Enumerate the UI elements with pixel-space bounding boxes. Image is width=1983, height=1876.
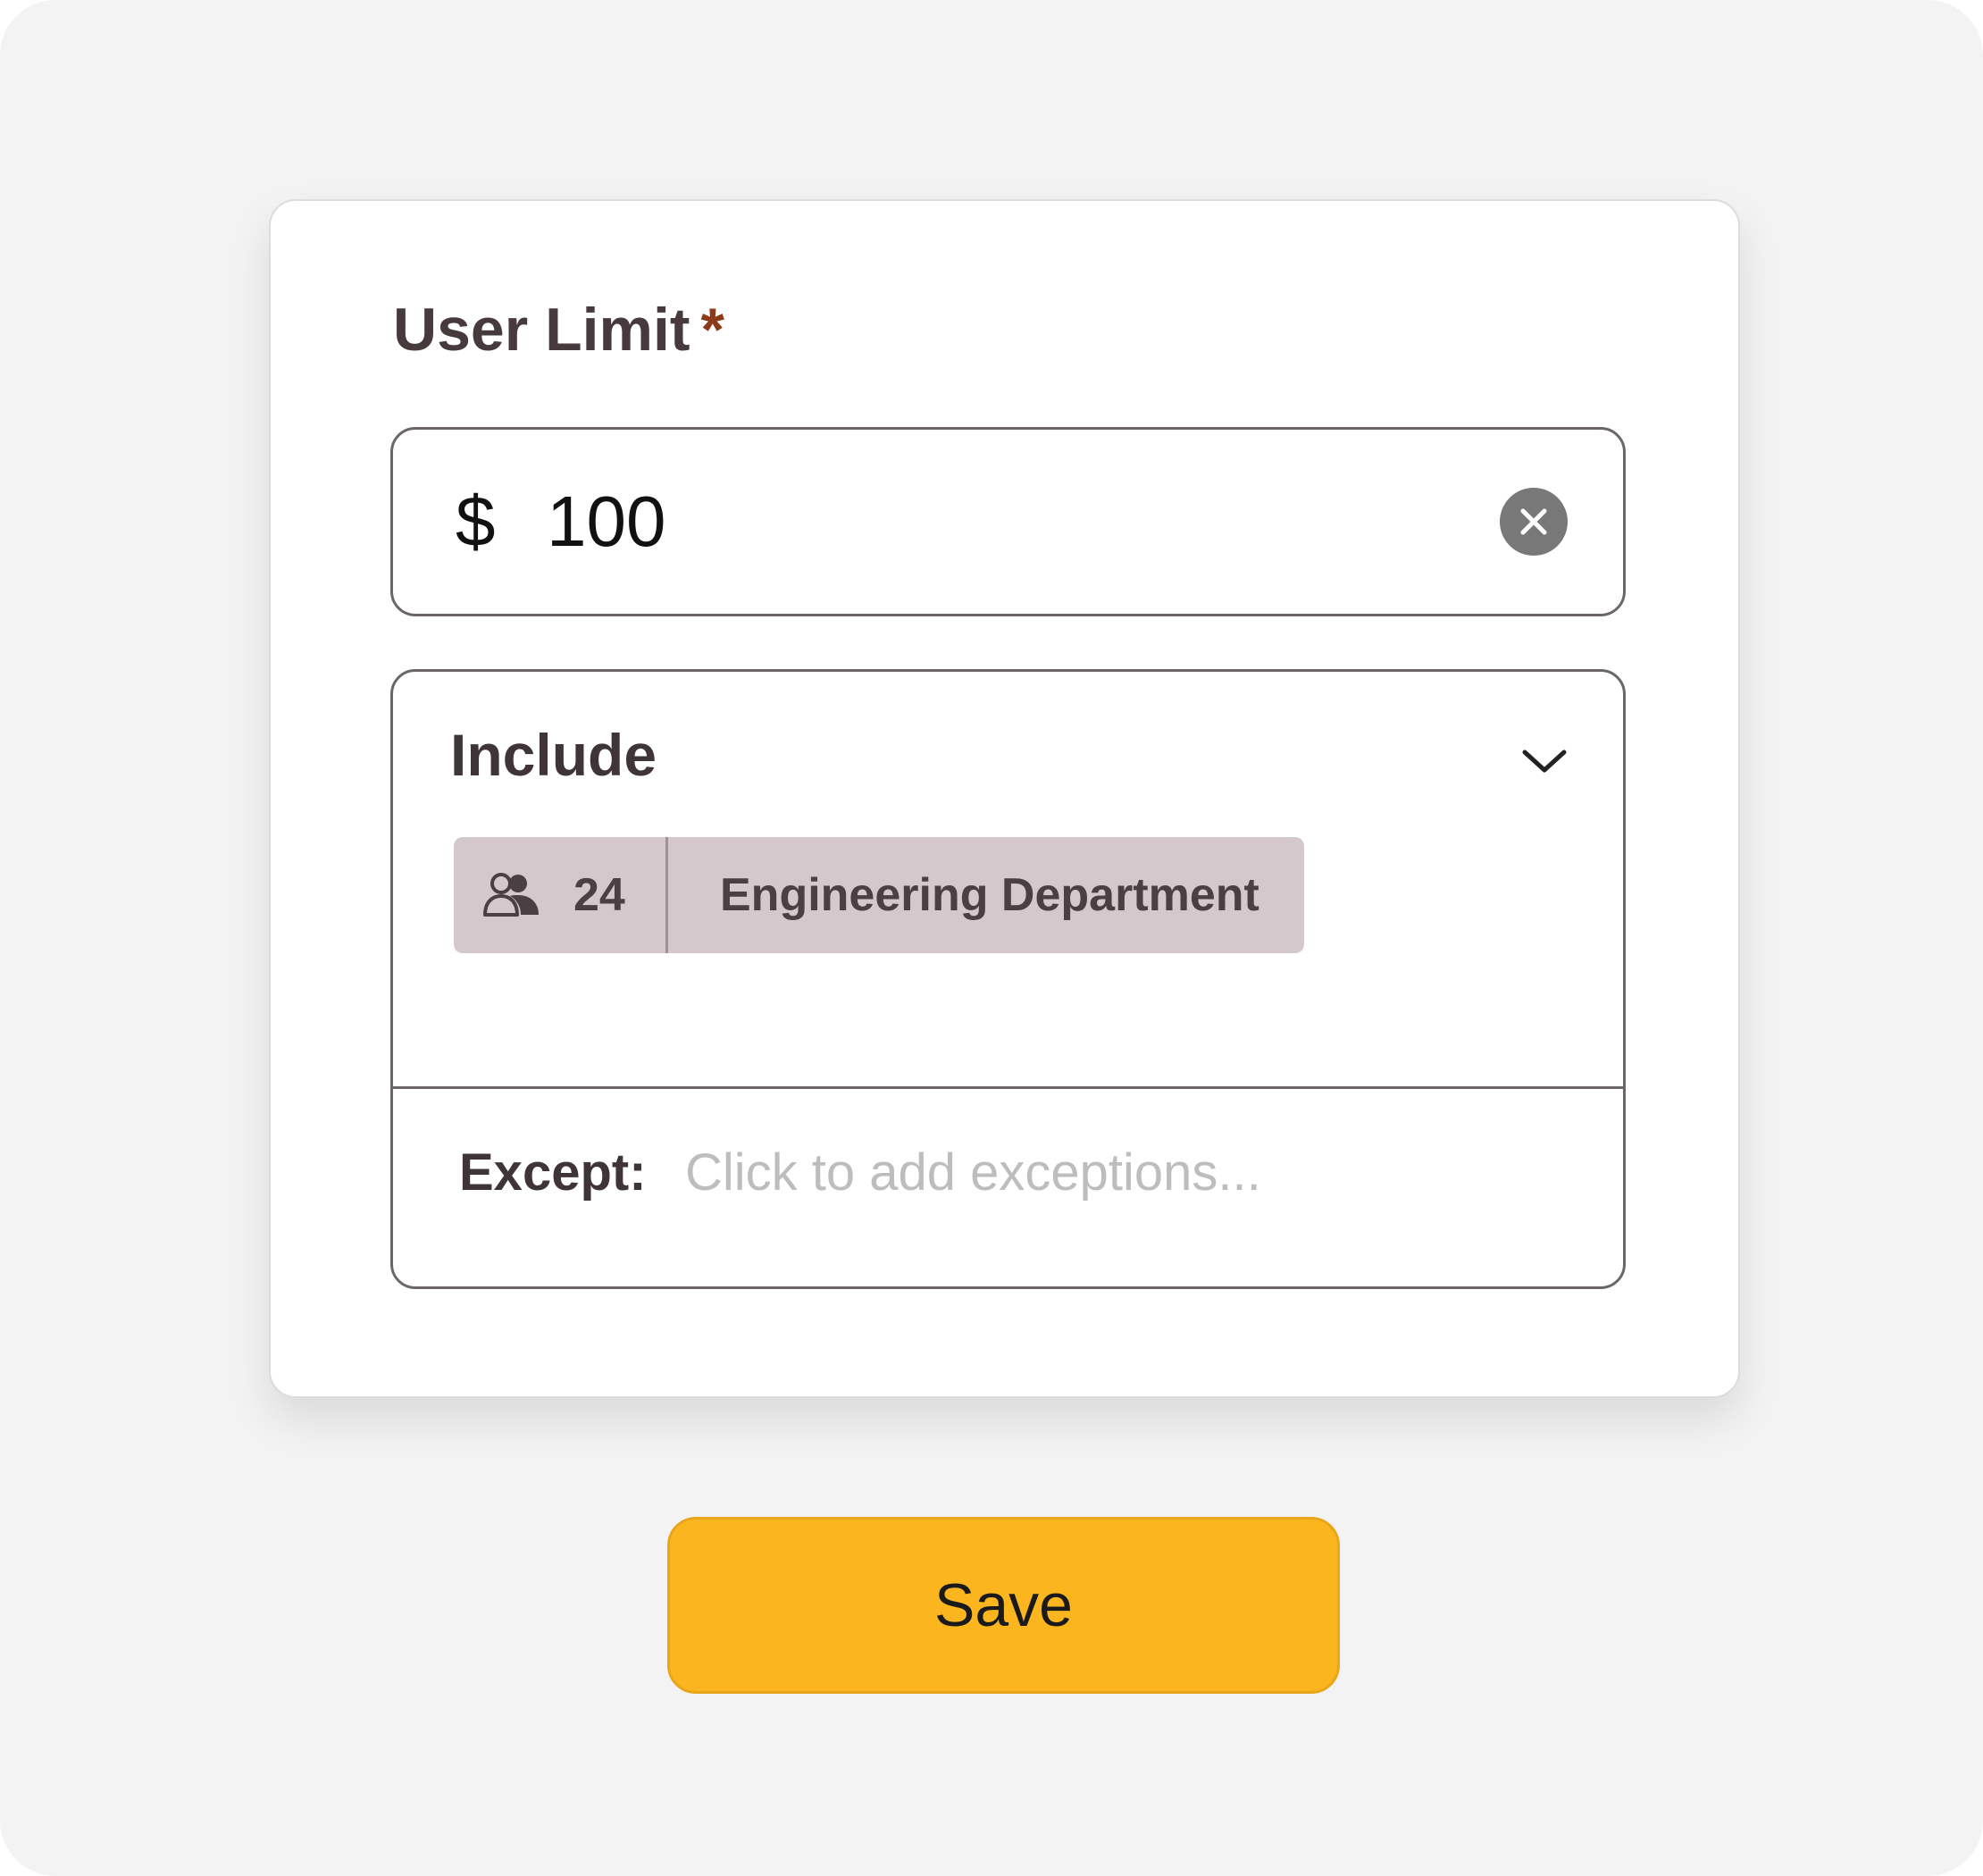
chip-count-section: 24 [454, 837, 668, 953]
divider [393, 1086, 1623, 1089]
amount-input[interactable]: $ 100 [390, 427, 1626, 616]
user-limit-card: User Limit * $ 100 Include 24 Engineerin… [269, 199, 1740, 1398]
chip-count: 24 [573, 869, 625, 921]
save-button[interactable]: Save [667, 1517, 1340, 1694]
close-icon [1520, 508, 1547, 535]
users-icon [483, 873, 539, 917]
field-label-text: User Limit [393, 296, 690, 364]
close-circle-icon[interactable] [1500, 488, 1568, 556]
amount-value[interactable]: 100 [547, 486, 665, 557]
currency-symbol: $ [456, 482, 496, 561]
required-asterisk: * [700, 296, 724, 364]
except-label: Except: [459, 1143, 647, 1202]
page-background: User Limit * $ 100 Include 24 Engineerin… [0, 0, 1983, 1876]
chevron-down-icon[interactable] [1519, 745, 1569, 777]
chip-label: Engineering Department [720, 869, 1259, 921]
include-label: Include [450, 722, 657, 788]
except-input[interactable]: Click to add exceptions... [685, 1147, 1261, 1199]
field-label: User Limit * [393, 299, 724, 360]
include-selector: Include 24 Engineering Department Except… [390, 669, 1626, 1289]
included-group-chip[interactable]: 24 Engineering Department [454, 837, 1304, 953]
